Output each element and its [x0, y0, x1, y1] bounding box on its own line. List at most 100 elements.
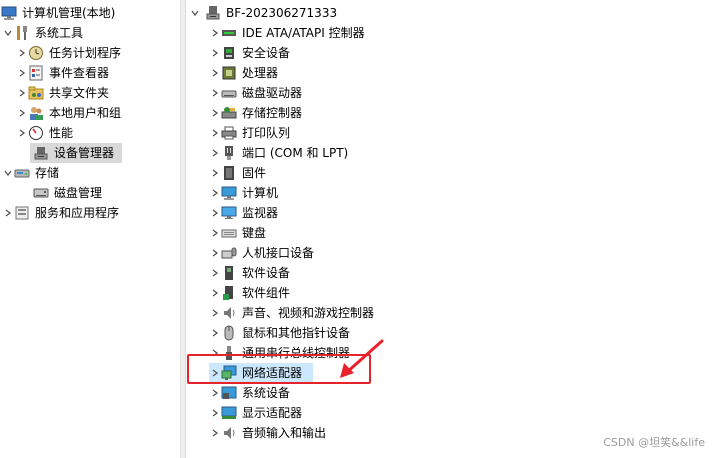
tree-item-services-apps[interactable]: 服务和应用程序 [2, 203, 119, 223]
device-category-ports[interactable]: 端口 (COM 和 LPT) [209, 143, 348, 163]
chevron-right-icon[interactable] [16, 43, 28, 63]
category-label: 软件组件 [242, 286, 291, 300]
audio-io-icon [221, 425, 237, 441]
device-category-processor[interactable]: 处理器 [209, 63, 278, 83]
device-category-computer[interactable]: 计算机 [209, 183, 278, 203]
category-label: IDE ATA/ATAPI 控制器 [242, 26, 365, 40]
chevron-down-icon[interactable] [189, 3, 201, 23]
tools-icon [14, 25, 30, 41]
tree-label: 事件查看器 [49, 66, 110, 80]
device-category-display-adapters[interactable]: 显示适配器 [209, 403, 302, 423]
tree-item-event-viewer[interactable]: 事件查看器 [16, 63, 109, 83]
category-label: 处理器 [242, 66, 279, 80]
software-device-icon [221, 265, 237, 281]
console-tree-pane: 计算机管理(本地) 系统工具 任务计划程序 事件查看器 共享文件夹 本地用户和组… [0, 0, 180, 458]
tree-label: 本地用户和组 [49, 106, 122, 120]
tree-label: 计算机管理(本地) [22, 6, 116, 20]
chevron-right-icon[interactable] [209, 303, 221, 323]
services-icon [14, 205, 30, 221]
chevron-right-icon[interactable] [209, 43, 221, 63]
tree-label: 系统工具 [35, 26, 84, 40]
users-icon [28, 105, 44, 121]
device-category-disk-drives[interactable]: 磁盘驱动器 [209, 83, 302, 103]
device-category-monitors[interactable]: 监视器 [209, 203, 278, 223]
device-category-print-queues[interactable]: 打印队列 [209, 123, 290, 143]
category-label: 显示适配器 [242, 406, 303, 420]
tree-item-system-tools[interactable]: 系统工具 [2, 23, 83, 43]
chevron-right-icon[interactable] [209, 203, 221, 223]
category-label: 监视器 [242, 206, 279, 220]
chevron-right-icon[interactable] [209, 23, 221, 43]
category-label: 系统设备 [242, 386, 291, 400]
tree-label: 设备管理器 [54, 146, 115, 160]
device-category-software-devices[interactable]: 软件设备 [209, 263, 290, 283]
keyboard-icon [221, 225, 237, 241]
storage-icon [14, 165, 30, 181]
chevron-right-icon[interactable] [209, 163, 221, 183]
event-viewer-icon [28, 65, 44, 81]
chevron-right-icon[interactable] [209, 383, 221, 403]
tree-item-disk-management[interactable]: 磁盘管理 [30, 183, 102, 203]
device-category-storage-controllers[interactable]: 存储控制器 [209, 103, 302, 123]
device-tree-pane: BF-202306271333 IDE ATA/ATAPI 控制器 安全设备 处… [186, 0, 719, 458]
chevron-down-icon[interactable] [2, 23, 14, 43]
tree-label: 任务计划程序 [49, 46, 122, 60]
chevron-right-icon[interactable] [209, 403, 221, 423]
chevron-right-icon[interactable] [16, 83, 28, 103]
device-category-security[interactable]: 安全设备 [209, 43, 290, 63]
device-category-audio-io[interactable]: 音频输入和输出 [209, 423, 326, 443]
tree-item-local-users-groups[interactable]: 本地用户和组 [16, 103, 121, 123]
device-category-keyboards[interactable]: 键盘 [209, 223, 266, 243]
category-label: 计算机 [242, 186, 279, 200]
chevron-right-icon[interactable] [209, 83, 221, 103]
category-label: 人机接口设备 [242, 246, 315, 260]
ide-controller-icon [221, 25, 237, 41]
annotation-arrow-icon [340, 339, 384, 378]
category-label: 声音、视频和游戏控制器 [242, 306, 375, 320]
device-category-software-components[interactable]: 软件组件 [209, 283, 290, 303]
chevron-right-icon[interactable] [209, 243, 221, 263]
chevron-right-icon[interactable] [2, 203, 14, 223]
chevron-right-icon[interactable] [209, 423, 221, 443]
device-category-ide[interactable]: IDE ATA/ATAPI 控制器 [209, 23, 365, 43]
chevron-right-icon[interactable] [209, 103, 221, 123]
tree-item-task-scheduler[interactable]: 任务计划程序 [16, 43, 121, 63]
mouse-icon [221, 325, 237, 341]
chevron-right-icon[interactable] [209, 63, 221, 83]
processor-icon [221, 65, 237, 81]
tree-item-performance[interactable]: 性能 [16, 123, 73, 143]
device-category-hid[interactable]: 人机接口设备 [209, 243, 314, 263]
device-category-mice[interactable]: 鼠标和其他指针设备 [209, 323, 350, 343]
device-tree-root[interactable]: BF-202306271333 [189, 3, 337, 23]
display-adapter-icon [221, 405, 237, 421]
chevron-right-icon[interactable] [16, 63, 28, 83]
category-label: 固件 [242, 166, 267, 180]
tree-item-shared-folders[interactable]: 共享文件夹 [16, 83, 109, 103]
tree-item-storage[interactable]: 存储 [2, 163, 59, 183]
tree-label: 共享文件夹 [49, 86, 110, 100]
chevron-right-icon[interactable] [16, 103, 28, 123]
computer-root-icon [205, 5, 221, 21]
chevron-right-icon[interactable] [209, 123, 221, 143]
chevron-right-icon[interactable] [16, 123, 28, 143]
chevron-right-icon[interactable] [209, 323, 221, 343]
disk-mgmt-icon [33, 185, 49, 201]
category-label: 打印队列 [242, 126, 291, 140]
system-device-icon [221, 385, 237, 401]
chevron-right-icon[interactable] [209, 283, 221, 303]
device-category-system-devices[interactable]: 系统设备 [209, 383, 290, 403]
device-category-sound[interactable]: 声音、视频和游戏控制器 [209, 303, 374, 323]
chevron-right-icon[interactable] [209, 263, 221, 283]
chevron-right-icon[interactable] [209, 223, 221, 243]
category-label: 磁盘驱动器 [242, 86, 303, 100]
chevron-right-icon[interactable] [209, 183, 221, 203]
software-component-icon [221, 285, 237, 301]
chevron-right-icon[interactable] [209, 143, 221, 163]
category-label: 软件设备 [242, 266, 291, 280]
shared-folder-icon [28, 85, 44, 101]
tree-item-computer-management[interactable]: 计算机管理(本地) [0, 3, 115, 23]
firmware-icon [221, 165, 237, 181]
chevron-down-icon[interactable] [2, 163, 14, 183]
device-category-firmware[interactable]: 固件 [209, 163, 266, 183]
tree-item-device-manager[interactable]: 设备管理器 [30, 143, 122, 163]
